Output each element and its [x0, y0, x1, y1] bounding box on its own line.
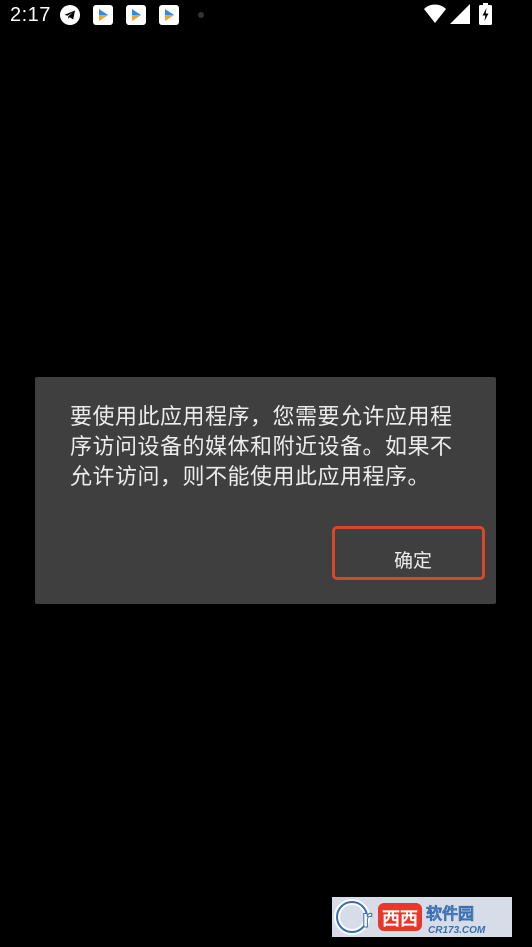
wifi-icon [424, 4, 446, 23]
confirm-button[interactable]: 确定 [394, 549, 432, 573]
svg-text:西西: 西西 [382, 909, 418, 930]
status-bar: 2:17 [0, 0, 532, 32]
dialog-message: 要使用此应用程序，您需要允许应用程序访问设备的媒体和附近设备。如果不允许访问，则… [70, 405, 453, 490]
app-notification-icon [93, 5, 113, 25]
svg-text:软件园: 软件园 [426, 904, 474, 923]
telegram-icon [60, 5, 80, 25]
svg-text:r: r [362, 903, 372, 933]
screen: 2:17 要使用此应用程序，您需要允许应用程序访问设备的媒体和附近设备。如果不允… [0, 0, 532, 947]
permission-dialog: 要使用此应用程序，您需要允许应用程序访问设备的媒体和附近设备。如果不允许访问，则… [35, 377, 496, 604]
more-dot-icon [198, 12, 204, 18]
svg-text:CR173.COM: CR173.COM [428, 925, 486, 936]
status-time: 2:17 [10, 4, 51, 26]
signal-icon [450, 4, 470, 24]
battery-charging-icon [479, 3, 492, 25]
watermark-logo: r 西西 软件园 CR173.COM [332, 897, 512, 937]
app-notification-icon [159, 5, 179, 25]
app-notification-icon [126, 5, 146, 25]
